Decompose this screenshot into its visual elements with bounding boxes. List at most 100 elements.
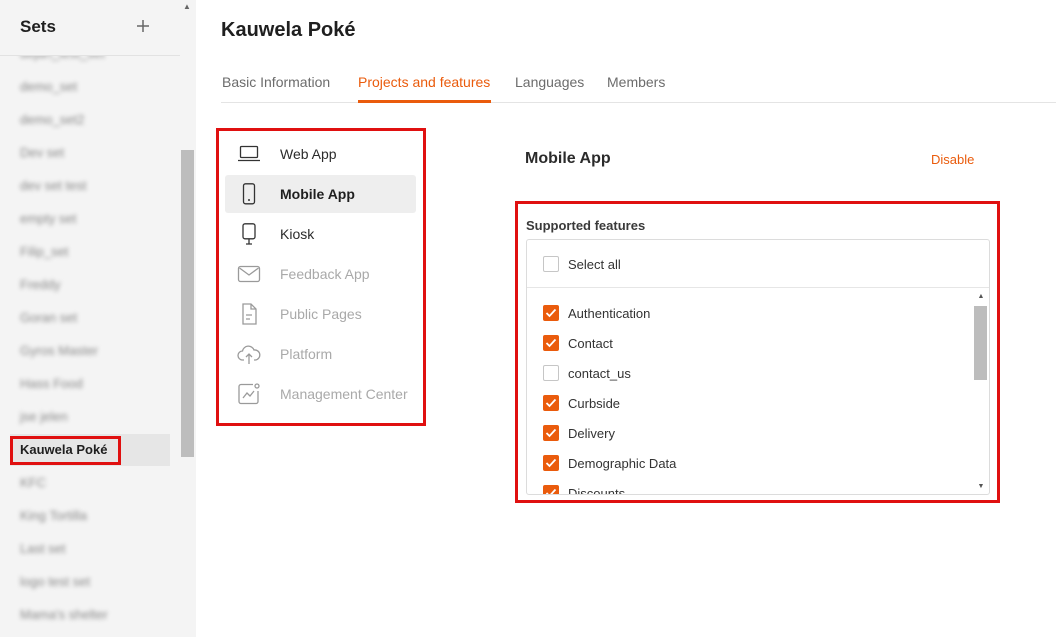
select-all-label: Select all <box>568 257 621 272</box>
set-item-label: demo_set2 <box>20 112 85 127</box>
project-management-center[interactable]: Management Center <box>225 375 416 413</box>
set-item[interactable]: empty set <box>10 203 170 235</box>
feature-checkbox[interactable] <box>543 365 559 381</box>
set-item-label: jse jelen <box>20 409 68 424</box>
set-item[interactable]: Freddy <box>10 269 170 301</box>
checkmark-icon <box>545 338 557 348</box>
set-item-label: King Tortilla <box>20 508 87 523</box>
project-mobile-app[interactable]: Mobile App <box>225 175 416 213</box>
set-item[interactable]: demo_set2 <box>10 104 170 136</box>
tab-basic-information[interactable]: Basic Information <box>222 74 330 90</box>
project-platform[interactable]: Platform <box>225 335 416 373</box>
set-item-label: Goran set <box>20 310 78 325</box>
plus-icon <box>137 20 149 32</box>
feature-row[interactable]: Discounts <box>527 478 973 495</box>
tab-bar: Basic Information Projects and features … <box>221 62 1056 103</box>
set-item-label: KFC <box>20 475 46 490</box>
feature-checkbox[interactable] <box>543 395 559 411</box>
features-scrollbar[interactable]: ▲ ▼ <box>973 289 989 494</box>
scroll-down-arrow-icon[interactable]: ▼ <box>976 482 986 492</box>
set-item[interactable]: King Tortilla <box>10 500 170 532</box>
feature-label: Authentication <box>568 306 651 321</box>
scroll-up-arrow-icon[interactable]: ▲ <box>976 292 986 302</box>
feature-checkbox[interactable] <box>543 455 559 471</box>
feature-label: Contact <box>568 336 613 351</box>
set-item[interactable]: Dev set <box>10 137 170 169</box>
feature-label: Delivery <box>568 426 615 441</box>
project-public-pages[interactable]: Public Pages <box>225 295 416 333</box>
scroll-up-arrow-icon[interactable]: ▲ <box>182 2 192 12</box>
checkmark-icon <box>545 458 557 468</box>
cloud-upload-icon <box>237 345 261 364</box>
set-list: dejan_test_setdemo_setdemo_set2Dev setde… <box>0 40 180 637</box>
supported-features-label: Supported features <box>526 218 646 233</box>
set-item-label: Filip_set <box>20 244 69 259</box>
set-item[interactable]: KFC <box>10 467 170 499</box>
laptop-icon <box>238 145 260 162</box>
feature-row[interactable]: contact_us <box>527 358 973 388</box>
feature-row[interactable]: Delivery <box>527 418 973 448</box>
set-item[interactable]: logo test set <box>10 566 170 598</box>
project-label: Feedback App <box>280 266 370 282</box>
project-kiosk[interactable]: Kiosk <box>225 215 416 253</box>
feature-label: Curbside <box>568 396 621 411</box>
set-item[interactable]: dev set test <box>10 170 170 202</box>
set-item[interactable]: Gyros Master <box>10 335 170 367</box>
set-item-label: empty set <box>20 211 77 226</box>
set-item-label: Gyros Master <box>20 343 99 358</box>
project-label: Public Pages <box>280 306 362 322</box>
tab-languages[interactable]: Languages <box>515 74 584 90</box>
feature-row[interactable]: Curbside <box>527 388 973 418</box>
feature-checkbox[interactable] <box>543 425 559 441</box>
set-item[interactable]: demo_set <box>10 71 170 103</box>
tab-members[interactable]: Members <box>607 74 665 90</box>
set-item[interactable]: Goran set <box>10 302 170 334</box>
active-tab-underline <box>358 100 491 103</box>
disable-link[interactable]: Disable <box>931 152 974 167</box>
select-all-row[interactable]: Select all <box>527 240 989 288</box>
sidebar: dejan_test_setdemo_setdemo_set2Dev setde… <box>0 0 196 637</box>
mobile-phone-icon <box>242 183 256 205</box>
project-label: Mobile App <box>280 186 355 202</box>
set-item-label: Last set <box>20 541 66 556</box>
feature-checkbox[interactable] <box>543 335 559 351</box>
set-item-label: demo_set <box>20 79 78 94</box>
set-item[interactable]: Hass Food <box>10 368 170 400</box>
set-item-label: Kauwela Poké <box>20 442 108 457</box>
sidebar-scrollbar-thumb[interactable] <box>181 150 194 457</box>
document-icon <box>242 303 257 325</box>
features-panel: Select all Authentication Contact contact_… <box>526 239 990 495</box>
set-item-active[interactable]: Kauwela Poké <box>10 434 170 466</box>
checkmark-icon <box>545 428 557 438</box>
set-item[interactable]: Filip_set <box>10 236 170 268</box>
features-list: Authentication Contact contact_us Curbside D… <box>527 289 973 495</box>
analytics-icon <box>238 383 260 405</box>
feature-label: contact_us <box>568 366 631 381</box>
set-item-label: Hass Food <box>20 376 83 391</box>
select-all-checkbox[interactable] <box>543 256 559 272</box>
feature-row[interactable]: Authentication <box>527 298 973 328</box>
feature-checkbox[interactable] <box>543 305 559 321</box>
feature-checkbox[interactable] <box>543 485 559 494</box>
tab-projects-and-features[interactable]: Projects and features <box>358 74 490 90</box>
project-label: Kiosk <box>280 226 315 242</box>
set-item-label: Dev set <box>20 145 65 160</box>
page-title: Kauwela Poké <box>221 19 356 41</box>
supported-features-section: Supported features Select all Authentica… <box>515 201 1000 503</box>
feature-row[interactable]: Demographic Data <box>527 448 973 478</box>
envelope-icon <box>237 265 261 283</box>
checkmark-icon <box>545 488 557 494</box>
feature-row[interactable]: Contact <box>527 328 973 358</box>
sidebar-title: Sets <box>20 17 56 36</box>
project-label: Platform <box>280 346 333 362</box>
set-item-label: logo test set <box>20 574 91 589</box>
set-item[interactable]: Last set <box>10 533 170 565</box>
project-web-app[interactable]: Web App <box>225 135 416 173</box>
feature-label: Discounts <box>568 486 626 495</box>
set-item[interactable]: Mama's shelter <box>10 599 170 631</box>
project-feedback-app[interactable]: Feedback App <box>225 255 416 293</box>
set-item[interactable]: jse jelen <box>10 401 170 433</box>
add-set-button[interactable] <box>134 16 152 36</box>
detail-title: Mobile App <box>525 150 611 167</box>
features-scrollbar-thumb[interactable] <box>974 306 987 380</box>
